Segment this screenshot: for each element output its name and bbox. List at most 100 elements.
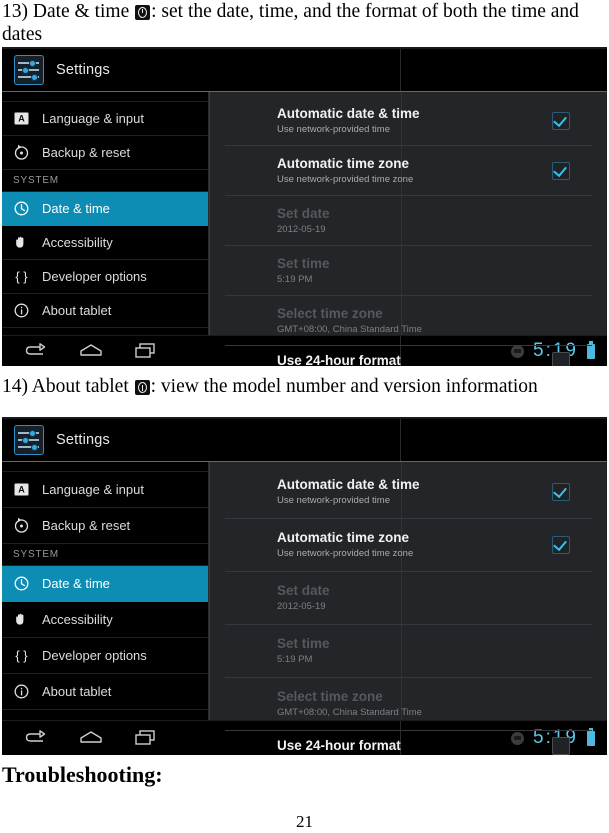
sidebar-item-about-tablet[interactable]: About tablet xyxy=(2,294,208,328)
sidebar-item-label: Backup & reset xyxy=(42,145,131,160)
recent-apps-icon[interactable] xyxy=(134,342,156,360)
back-icon[interactable] xyxy=(24,729,46,747)
sidebar-item-label: About tablet xyxy=(42,684,112,699)
sidebar-item-date-time[interactable]: Date & time xyxy=(2,192,208,226)
braces-icon: { } xyxy=(13,268,30,285)
sidebar-item-accessibility[interactable]: Accessibility xyxy=(2,226,208,260)
settings-sidebar: A Language & input Backup & reset SYSTEM… xyxy=(2,462,209,723)
row-title: Select time zone xyxy=(277,305,383,321)
clock-icon xyxy=(135,5,151,20)
checkbox-automatic-date-time[interactable] xyxy=(552,483,570,501)
sidebar-item-developer-options[interactable]: { } Developer options xyxy=(2,260,208,294)
svg-text:A: A xyxy=(18,114,25,124)
actionbar-divider xyxy=(400,419,401,461)
row-title: Select time zone xyxy=(277,689,383,704)
detail-row-automatic-time-zone[interactable]: Automatic time zone Use network-provided… xyxy=(225,519,592,572)
sidebar-item-label: Developer options xyxy=(42,269,147,284)
svg-text:A: A xyxy=(18,485,25,495)
sidebar-item-developer-options[interactable]: { } Developer options xyxy=(2,638,208,674)
hand-icon xyxy=(13,234,30,251)
date-time-detail-pane: Automatic date & time Use network-provid… xyxy=(209,92,607,366)
sidebar-item-label: Backup & reset xyxy=(42,518,131,533)
sidebar-item-label: About tablet xyxy=(42,303,112,318)
nav-button-group xyxy=(2,729,156,747)
sidebar-section-system: SYSTEM xyxy=(2,544,208,566)
sidebar-item-accessibility[interactable]: Accessibility xyxy=(2,602,208,638)
row-subtitle: Use network-provided time xyxy=(277,495,390,506)
sidebar-item-label: Accessibility xyxy=(42,612,113,627)
checkbox-use-24-hour-format[interactable] xyxy=(552,736,570,755)
date-time-detail-pane: Automatic date & time Use network-provid… xyxy=(209,462,607,755)
sidebar-item-language-input[interactable]: A Language & input xyxy=(2,472,208,508)
caption-13-prefix: 13) Date & time xyxy=(2,1,135,22)
row-title: Use 24-hour format xyxy=(277,737,401,753)
detail-row-automatic-time-zone[interactable]: Automatic time zone Use network-provided… xyxy=(225,146,592,196)
braces-icon: { } xyxy=(13,647,30,664)
sidebar-item-backup-reset[interactable]: Backup & reset xyxy=(2,508,208,544)
row-subtitle: 2012-05-19 xyxy=(277,223,326,235)
row-title: Set date xyxy=(277,205,330,221)
row-subtitle: GMT+08:00, China Standard Time xyxy=(277,707,422,718)
settings-sidebar: A Language & input Backup & reset SYSTEM… xyxy=(2,92,209,341)
home-icon[interactable] xyxy=(79,342,102,360)
section-heading-troubleshooting: Troubleshooting: xyxy=(2,762,163,787)
info-circle-icon xyxy=(13,302,30,319)
checkbox-automatic-time-zone[interactable] xyxy=(552,536,570,554)
row-title: Set time xyxy=(277,636,330,651)
sidebar-item-cutoff[interactable] xyxy=(2,92,208,102)
app-title: Settings xyxy=(56,432,110,448)
row-subtitle: GMT+08:00, China Standard Time xyxy=(277,323,422,335)
info-icon xyxy=(134,380,150,395)
sidebar-item-label: Date & time xyxy=(42,201,110,216)
detail-row-select-time-zone: Select time zone GMT+08:00, China Standa… xyxy=(225,678,592,731)
sidebar-item-backup-reset[interactable]: Backup & reset xyxy=(2,136,208,170)
detail-row-select-time-zone: Select time zone GMT+08:00, China Standa… xyxy=(225,296,592,346)
back-icon[interactable] xyxy=(24,342,46,360)
row-title: Automatic time zone xyxy=(277,155,410,171)
sidebar-item-cutoff[interactable] xyxy=(2,462,208,472)
sidebar-item-date-time[interactable]: Date & time xyxy=(2,566,208,602)
recent-apps-icon[interactable] xyxy=(134,729,156,747)
detail-row-automatic-date-time[interactable]: Automatic date & time Use network-provid… xyxy=(225,96,592,146)
home-icon[interactable] xyxy=(79,729,102,747)
checkbox-automatic-time-zone[interactable] xyxy=(552,161,570,180)
detail-row-set-time: Set time 5:19 PM xyxy=(225,625,592,678)
keyboard-a-icon: A xyxy=(13,110,30,127)
caption-13: 13) Date & time : set the date, time, an… xyxy=(0,0,609,46)
row-subtitle: 2012-05-19 xyxy=(277,601,326,612)
keyboard-a-icon: A xyxy=(13,481,30,498)
action-bar: Settings xyxy=(2,419,607,462)
action-bar: Settings xyxy=(2,49,607,92)
screen-body: A Language & input Backup & reset SYSTEM… xyxy=(2,92,607,366)
svg-text:{ }: { } xyxy=(15,269,28,284)
detail-row-use-24-hour-format[interactable]: Use 24-hour format xyxy=(225,346,592,366)
row-title: Set date xyxy=(277,583,330,598)
app-title: Settings xyxy=(56,62,110,78)
row-title: Automatic time zone xyxy=(277,530,410,545)
row-subtitle: Use network-provided time zone xyxy=(277,173,414,185)
detail-row-automatic-date-time[interactable]: Automatic date & time Use network-provid… xyxy=(225,466,592,519)
sidebar-section-system: SYSTEM xyxy=(2,170,208,192)
detail-row-set-date: Set date 2012-05-19 xyxy=(225,572,592,625)
nav-button-group xyxy=(2,342,156,360)
screen-body: A Language & input Backup & reset SYSTEM… xyxy=(2,462,607,755)
row-title: Set time xyxy=(277,255,330,271)
row-subtitle: Use network-provided time xyxy=(277,123,390,135)
row-subtitle: Use network-provided time zone xyxy=(277,548,414,559)
hand-icon xyxy=(13,611,30,628)
sidebar-item-label: Language & input xyxy=(42,482,144,497)
sidebar-item-language-input[interactable]: A Language & input xyxy=(2,102,208,136)
sidebar-item-label: Language & input xyxy=(42,111,144,126)
settings-sliders-icon xyxy=(14,55,44,85)
row-subtitle: 5:19 PM xyxy=(277,654,313,665)
sidebar-item-about-tablet[interactable]: About tablet xyxy=(2,674,208,710)
row-title: Automatic date & time xyxy=(277,477,420,492)
checkbox-automatic-date-time[interactable] xyxy=(552,111,570,130)
caption-14-prefix: 14) About tablet xyxy=(2,376,134,397)
checkbox-use-24-hour-format[interactable] xyxy=(552,351,570,366)
android-screenshot-1: Settings A Language & input Backup & res… xyxy=(2,47,607,366)
clock-icon xyxy=(13,200,30,217)
page-number: 21 xyxy=(296,812,313,831)
detail-row-use-24-hour-format[interactable]: Use 24-hour format xyxy=(225,731,592,755)
restore-icon xyxy=(13,517,30,534)
